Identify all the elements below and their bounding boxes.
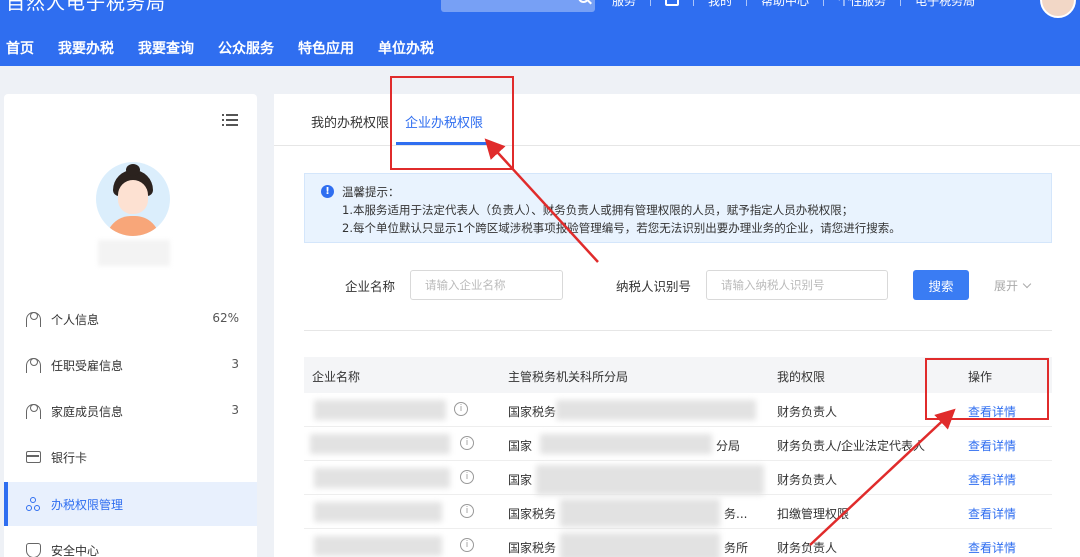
arrow-to-tab bbox=[484, 138, 599, 263]
arrow-to-action bbox=[809, 408, 956, 546]
annotation-arrows bbox=[484, 138, 956, 546]
